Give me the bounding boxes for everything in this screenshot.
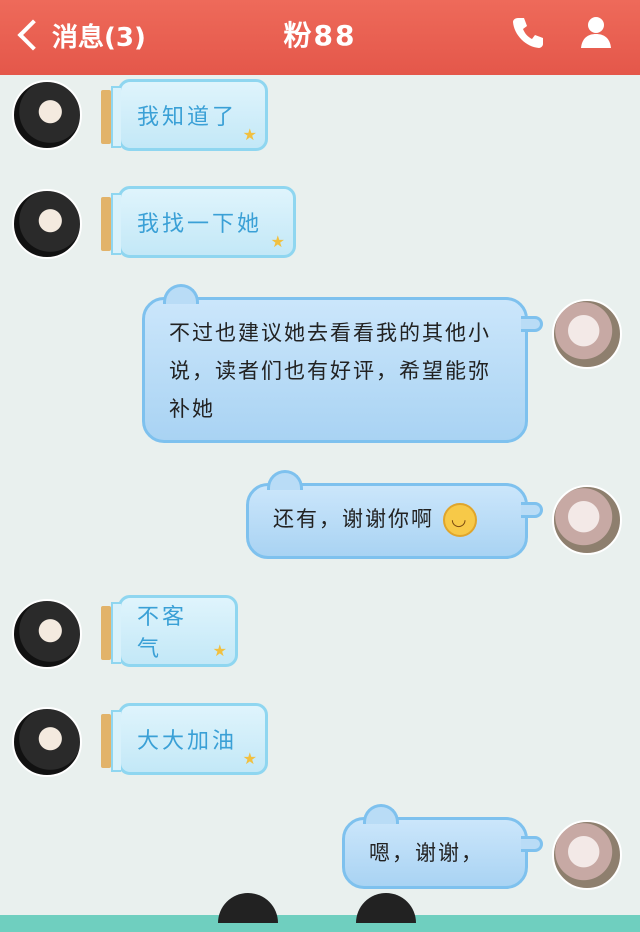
message-list[interactable]: 我知道了 ★ 我找一下她 ★ 不过也建议她去看看我的其他小说，读者们也有好评，希… bbox=[0, 75, 640, 915]
avatar[interactable] bbox=[12, 599, 82, 669]
star-sticker-icon: ★ bbox=[242, 125, 257, 144]
star-sticker-icon: ★ bbox=[242, 749, 257, 768]
avatar[interactable] bbox=[12, 80, 82, 150]
message-bubble-right[interactable]: 还有，谢谢你啊 ◡ bbox=[246, 470, 543, 559]
bubble-ear bbox=[267, 470, 303, 490]
input-area-decoration bbox=[0, 893, 640, 932]
phone-button[interactable] bbox=[508, 12, 548, 52]
jar-cork bbox=[101, 714, 111, 768]
jar-neck bbox=[111, 602, 121, 664]
bubble-tail bbox=[521, 502, 543, 518]
jar-neck bbox=[111, 86, 121, 148]
message-bubble-left[interactable]: 我找一下她 ★ bbox=[101, 186, 296, 258]
bubble-ear bbox=[363, 804, 399, 824]
message-text: 大大加油 bbox=[137, 729, 238, 754]
message-bubble-left[interactable]: 不客气 ★ bbox=[101, 595, 238, 667]
bubble-tail bbox=[521, 836, 543, 852]
jar-neck bbox=[111, 193, 121, 255]
user-profile-icon bbox=[581, 17, 611, 48]
bubble-ear bbox=[163, 284, 199, 304]
profile-button[interactable] bbox=[576, 12, 616, 52]
avatar[interactable] bbox=[12, 707, 82, 777]
message-bubble-left[interactable]: 我知道了 ★ bbox=[101, 79, 268, 151]
jar-cork bbox=[101, 90, 111, 144]
star-sticker-icon: ★ bbox=[212, 641, 227, 660]
avatar[interactable] bbox=[12, 189, 82, 259]
message-bubble-right[interactable]: 嗯，谢谢， bbox=[342, 804, 543, 889]
message-text: 还有，谢谢你啊 bbox=[273, 507, 434, 531]
jar-neck bbox=[111, 710, 121, 772]
star-sticker-icon: ★ bbox=[270, 232, 285, 251]
jar-cork bbox=[101, 197, 111, 251]
message-text: 我找一下她 bbox=[137, 212, 263, 237]
message-text: 不过也建议她去看看我的其他小说，读者们也有好评，希望能弥补她 bbox=[169, 321, 491, 421]
jar-cork bbox=[101, 606, 111, 660]
message-text: 不客气 bbox=[137, 605, 188, 662]
avatar[interactable] bbox=[552, 485, 622, 555]
message-bubble-right[interactable]: 不过也建议她去看看我的其他小说，读者们也有好评，希望能弥补她 bbox=[142, 284, 543, 443]
message-bubble-left[interactable]: 大大加油 ★ bbox=[101, 703, 268, 775]
phone-icon bbox=[513, 18, 543, 48]
chat-header: 消息(3) 粉88 bbox=[0, 0, 640, 75]
message-text: 我知道了 bbox=[137, 105, 238, 130]
avatar[interactable] bbox=[552, 299, 622, 369]
bubble-tail bbox=[521, 316, 543, 332]
grinning-face-icon: ◡ bbox=[442, 503, 477, 537]
message-line: 还有，谢谢你啊 ◡ bbox=[273, 500, 501, 538]
message-text: 嗯，谢谢， bbox=[369, 841, 484, 865]
avatar[interactable] bbox=[552, 820, 622, 890]
